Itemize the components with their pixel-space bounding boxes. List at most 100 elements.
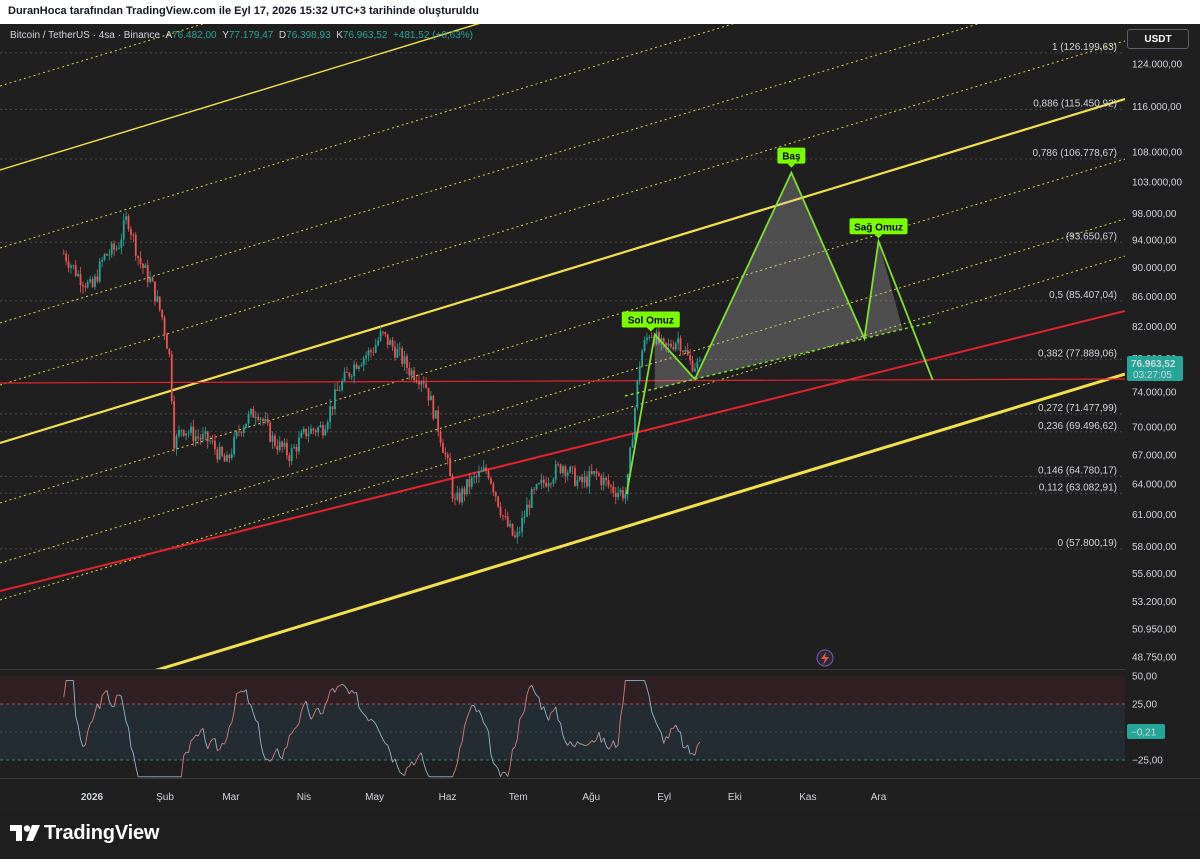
chart-canvas[interactable]: 1 (126.199,63) 0,886 (115.450,92) 0,786 (1… <box>0 0 1200 859</box>
candle-body <box>310 428 312 434</box>
candle-body <box>158 296 161 310</box>
candle-body <box>538 483 540 485</box>
candle-body <box>168 348 171 355</box>
candle-body <box>154 281 156 302</box>
time-tick-label: Nis <box>297 792 311 803</box>
candle-body <box>175 436 178 449</box>
candle-body <box>619 489 622 493</box>
candle-body <box>578 476 581 481</box>
candle-body <box>290 448 293 461</box>
candle-body <box>638 366 641 381</box>
candle-body <box>530 488 533 508</box>
time-tick-label: May <box>365 792 384 803</box>
candle-body <box>307 433 310 437</box>
candle-body <box>485 467 488 472</box>
candle-body <box>245 423 248 428</box>
candle-body <box>67 261 70 268</box>
candle-body <box>130 229 132 235</box>
price-tick-label: 61.000,00 <box>1132 510 1177 521</box>
price-tick-label: 50.950,00 <box>1132 624 1177 635</box>
candle-body <box>566 472 569 476</box>
candle-body <box>521 517 524 532</box>
candle-body <box>598 473 600 476</box>
oscillator-line <box>135 766 139 777</box>
close-label: K <box>336 30 343 41</box>
candle-body <box>334 389 336 410</box>
candle-body <box>497 496 500 507</box>
candle-body <box>65 253 68 262</box>
candle-body <box>221 447 224 456</box>
candle-body <box>209 440 212 442</box>
candle-body <box>581 476 584 483</box>
oscillator-line <box>425 770 429 777</box>
candle-body <box>134 234 137 257</box>
candle-body <box>679 338 682 352</box>
oscillator-tick-label: 25,00 <box>1132 700 1157 711</box>
candle-body <box>142 263 144 268</box>
candle-body <box>156 296 159 302</box>
candle-body <box>271 435 274 442</box>
candle-body <box>125 216 128 221</box>
candle-body <box>667 343 670 346</box>
candle-body <box>588 471 591 487</box>
candle-body <box>600 475 603 486</box>
candle-body <box>281 441 284 448</box>
candle-body <box>533 488 536 490</box>
candle-body <box>355 364 358 369</box>
candle-body <box>233 436 236 455</box>
candle-body <box>518 531 521 533</box>
head-fill <box>694 172 865 380</box>
fib-level-label: 0,786 (106.778,67) <box>1032 148 1117 159</box>
candle-body <box>276 446 279 451</box>
candle-body <box>214 440 216 450</box>
oscillator-line <box>406 765 410 768</box>
candle-body <box>509 523 512 527</box>
oscillator-current-value: −0,21 <box>1131 728 1157 739</box>
candle-body <box>451 475 454 499</box>
time-tick-label: Haz <box>439 792 457 803</box>
candle-body <box>269 422 272 442</box>
candle-body <box>250 408 252 415</box>
candle-body <box>360 364 363 367</box>
candle-body <box>410 370 413 376</box>
candle-body <box>475 476 478 478</box>
candle-body <box>382 331 384 333</box>
price-axis[interactable]: 124.000,00 116.000,00 108.000,00 103.000,00… <box>1125 24 1200 670</box>
fib-level-label: (93.650,67) <box>1066 231 1117 242</box>
candle-body <box>468 479 471 487</box>
candle-body <box>516 531 519 538</box>
candle-body <box>341 380 344 391</box>
candle-body <box>295 446 298 452</box>
candle-body <box>540 479 543 484</box>
oscillator-line <box>682 746 686 749</box>
candle-body <box>418 381 420 385</box>
currency-button[interactable]: USDT <box>1127 29 1189 49</box>
oscillator-line <box>413 760 417 766</box>
oscillator-pane: 50,00 25,00 −25,00 −0,21 <box>0 670 1200 778</box>
change-value: +481,52 (+0,63%) <box>392 30 474 41</box>
candle-body <box>226 454 228 462</box>
candle-body <box>674 343 677 350</box>
candle-body <box>238 431 240 433</box>
horizontal-level-red <box>0 378 1125 384</box>
candle-body <box>346 371 348 373</box>
oscillator-line <box>495 765 499 770</box>
time-axis[interactable]: 2026 Şub Mar Nis May Haz Tem Ağu Eyl Eki Kas Ara <box>0 778 1200 804</box>
price-tick-label: 58.000,00 <box>1132 542 1177 553</box>
time-tick-label: Şub <box>156 792 174 803</box>
right-shoulder-label: Sağ Omuz <box>854 222 903 233</box>
candle-body <box>252 408 255 418</box>
candle-body <box>401 348 404 365</box>
candle-body <box>634 407 636 440</box>
candle-body <box>190 426 192 433</box>
tradingview-logo[interactable]: TradingView <box>10 822 159 844</box>
candle-body <box>559 464 562 474</box>
candle-body <box>283 442 286 448</box>
candle-body <box>118 247 120 249</box>
candle-body <box>218 447 221 460</box>
candle-body <box>605 477 608 481</box>
candle-body <box>499 506 502 516</box>
candle-body <box>595 471 598 474</box>
candle-body <box>624 494 627 499</box>
candle-body <box>94 276 96 287</box>
